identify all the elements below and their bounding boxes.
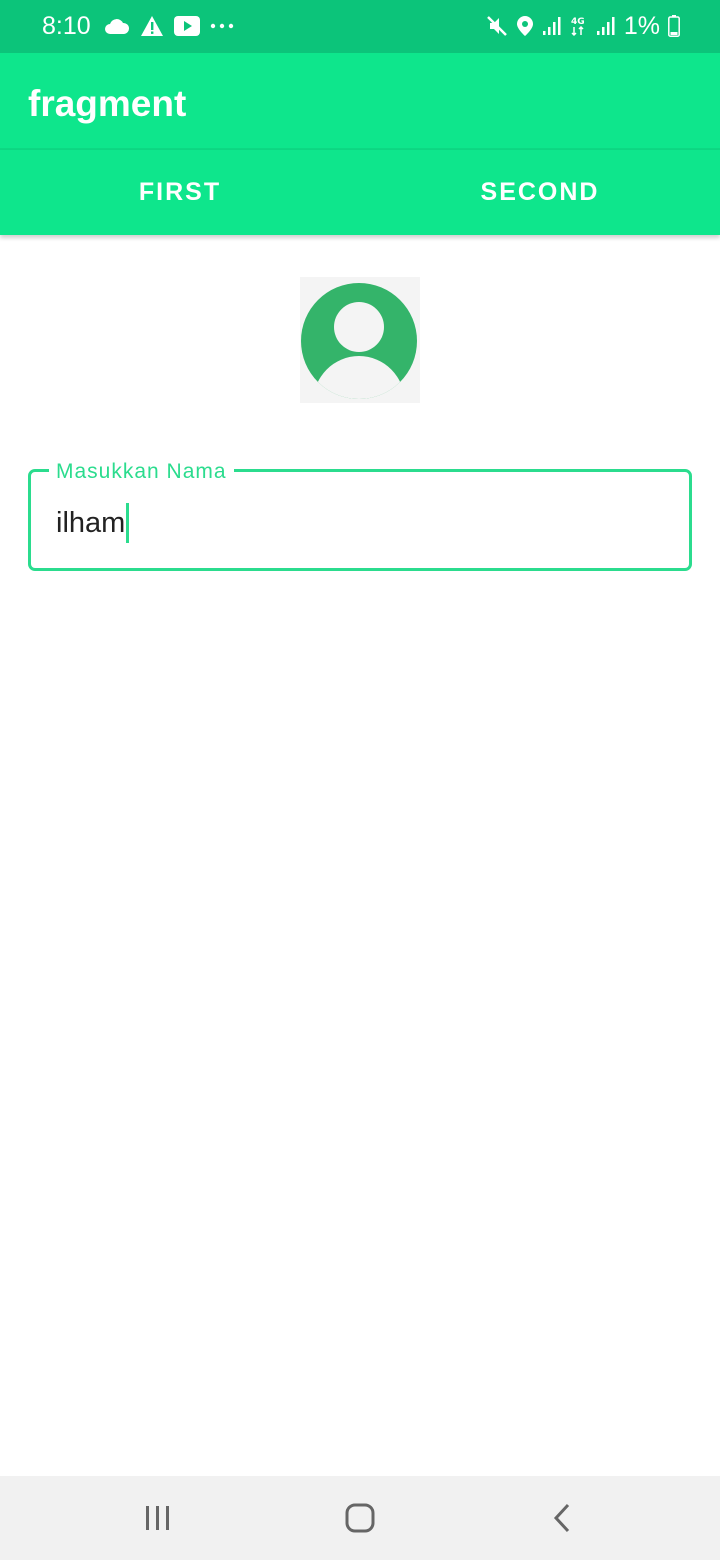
app-title: fragment: [28, 83, 187, 124]
person-avatar-icon: [301, 283, 417, 399]
tab-bar: FIRST SECOND: [0, 150, 720, 235]
name-input-value: ilham: [56, 507, 126, 539]
name-input[interactable]: ilham: [56, 503, 130, 543]
home-icon: [345, 1503, 375, 1533]
svg-text:4G: 4G: [571, 17, 585, 27]
mute-icon: [486, 15, 508, 37]
more-dots-icon: [210, 23, 234, 29]
system-status-icons: 4G 1%: [478, 10, 680, 42]
recent-apps-button[interactable]: [98, 1476, 218, 1560]
youtube-icon: [174, 16, 200, 36]
avatar[interactable]: [300, 277, 420, 403]
recent-apps-icon: [146, 1506, 169, 1530]
warning-icon: [140, 15, 164, 37]
signal-icon: [542, 16, 562, 36]
status-time: 8:10: [42, 12, 91, 40]
tab-second[interactable]: SECOND: [360, 150, 720, 235]
home-button[interactable]: [300, 1476, 420, 1560]
text-cursor: [126, 503, 130, 543]
notification-icons: [104, 12, 244, 40]
battery-percent: 1%: [623, 12, 660, 40]
status-bar: 8:10 4G 1%: [0, 0, 720, 53]
back-icon: [553, 1503, 570, 1533]
tab-first[interactable]: FIRST: [0, 150, 360, 235]
network-4g-icon: 4G: [570, 15, 588, 37]
back-button[interactable]: [502, 1476, 622, 1560]
signal-icon: [596, 16, 616, 36]
location-icon: [516, 15, 534, 37]
navigation-bar: [0, 1476, 720, 1560]
cloud-icon: [104, 17, 130, 35]
name-field-label: Masukkan Nama: [49, 458, 234, 486]
battery-icon: [668, 15, 680, 37]
